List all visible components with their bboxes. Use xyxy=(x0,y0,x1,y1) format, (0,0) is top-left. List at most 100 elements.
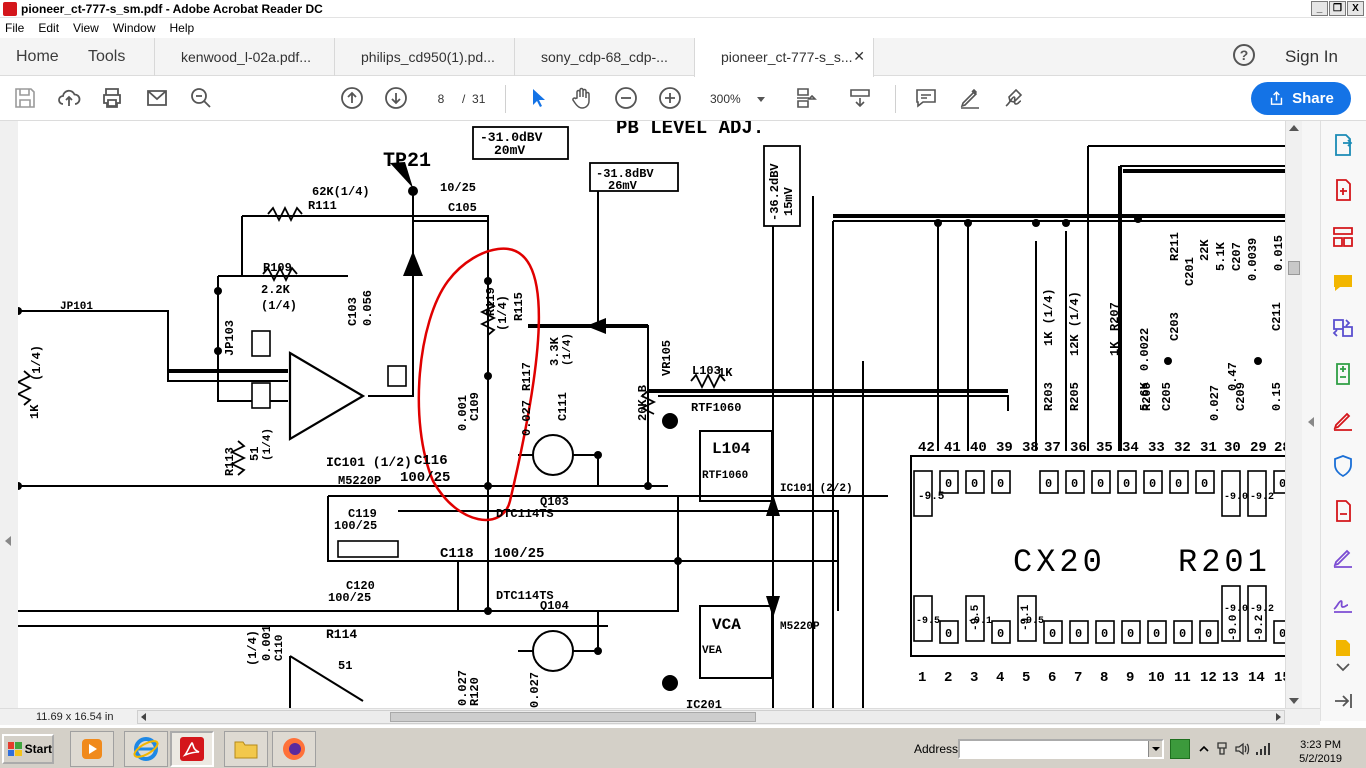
folder-icon xyxy=(234,741,258,759)
email-icon[interactable] xyxy=(145,86,169,110)
organize-pages-icon[interactable] xyxy=(1331,225,1355,249)
document-tab-sony[interactable]: sony_cdp-68_cdp-... xyxy=(514,38,694,76)
page-number-input[interactable]: 8 xyxy=(425,88,457,110)
component-value: 2.2K xyxy=(261,283,291,297)
pin-voltage: -9.1 xyxy=(1020,604,1032,631)
component-ref: C116 xyxy=(414,453,448,469)
address-input[interactable] xyxy=(958,739,1164,759)
window-title: pioneer_ct-777-s_sm.pdf - Adobe Acrobat … xyxy=(21,1,323,16)
signal-label: M5220P xyxy=(780,621,820,633)
restore-button[interactable]: ❐ xyxy=(1329,1,1346,16)
print-icon[interactable] xyxy=(100,86,124,110)
chevron-down-icon[interactable] xyxy=(1148,741,1162,757)
vertical-scroll-thumb[interactable] xyxy=(1288,261,1300,275)
horizontal-scroll-thumb[interactable] xyxy=(390,712,756,722)
hand-tool-icon[interactable] xyxy=(570,86,594,110)
pdf-page-view[interactable]: PB LEVEL ADJ. TP21 -31.0dBV 20mV -31.8dB… xyxy=(18,121,1285,708)
menu-window[interactable]: Window xyxy=(113,21,156,35)
sign-icon[interactable] xyxy=(1002,86,1026,110)
ic-pin: 28 xyxy=(1274,440,1285,456)
select-cursor-icon[interactable] xyxy=(527,86,551,110)
pdf-file-icon[interactable] xyxy=(1331,499,1355,523)
component-value: 0.0022 xyxy=(1138,328,1152,371)
scroll-left-icon[interactable] xyxy=(141,713,146,721)
internet-explorer-icon xyxy=(133,737,159,761)
next-page-icon[interactable] xyxy=(384,86,408,110)
start-button[interactable]: Start xyxy=(2,734,54,764)
pin-voltage: -9.5 xyxy=(970,604,982,631)
collapse-panel-icon[interactable] xyxy=(1331,689,1355,713)
comment-tool-icon[interactable] xyxy=(1331,271,1355,295)
zoom-out-icon[interactable] xyxy=(614,86,638,110)
safely-remove-icon[interactable] xyxy=(1214,741,1230,757)
compress-pdf-icon[interactable] xyxy=(1331,362,1355,386)
export-pdf-icon[interactable] xyxy=(1331,133,1355,157)
protect-shield-icon[interactable] xyxy=(1331,454,1355,478)
highlight-pen-icon[interactable] xyxy=(958,86,982,110)
menu-edit[interactable]: Edit xyxy=(38,21,59,35)
media-player-taskbar-button[interactable] xyxy=(70,731,114,767)
comment-icon[interactable] xyxy=(914,86,938,110)
vertical-scrollbar[interactable] xyxy=(1285,121,1302,708)
chevron-up-icon[interactable] xyxy=(1198,743,1210,755)
help-icon[interactable]: ? xyxy=(1233,44,1255,66)
upload-cloud-icon[interactable] xyxy=(57,86,81,110)
document-tab-pioneer[interactable]: pioneer_ct-777-s_s... ✕ xyxy=(694,38,874,77)
level-label: 26mV xyxy=(608,179,638,193)
file-explorer-taskbar-button[interactable] xyxy=(224,731,268,767)
ic-pin: 31 xyxy=(1200,440,1217,456)
firefox-taskbar-button[interactable] xyxy=(272,731,316,767)
close-tab-icon[interactable]: ✕ xyxy=(853,48,865,65)
combine-files-icon[interactable] xyxy=(1331,316,1355,340)
scroll-mode-icon[interactable] xyxy=(848,86,872,110)
certificates-icon[interactable] xyxy=(1331,591,1355,615)
ic-pin: 32 xyxy=(1174,440,1191,456)
pin-voltage: -9.2 xyxy=(1250,604,1274,615)
scroll-right-icon[interactable] xyxy=(1276,713,1281,721)
component-value: 100/25 xyxy=(400,470,450,486)
component-ref: R203 xyxy=(1042,382,1056,411)
zoom-in-icon[interactable] xyxy=(658,86,682,110)
menu-file[interactable]: File xyxy=(5,21,24,35)
zoom-level-dropdown[interactable]: 300% xyxy=(703,88,771,110)
go-arrow-icon[interactable] xyxy=(1170,739,1190,759)
search-icon[interactable] xyxy=(189,86,213,110)
minimize-button[interactable]: _ xyxy=(1311,1,1328,16)
previous-page-icon[interactable] xyxy=(340,86,364,110)
scroll-up-icon[interactable] xyxy=(1289,125,1299,131)
sign-in-link[interactable]: Sign In xyxy=(1285,47,1338,67)
tab-tools[interactable]: Tools xyxy=(88,48,125,66)
test-point-label: TP21 xyxy=(383,150,431,173)
create-pdf-icon[interactable] xyxy=(1331,178,1355,202)
volume-icon[interactable] xyxy=(1234,741,1250,757)
internet-explorer-taskbar-button[interactable] xyxy=(124,731,168,767)
acrobat-taskbar-button[interactable] xyxy=(170,731,214,767)
chevron-down-icon[interactable] xyxy=(1331,656,1355,672)
component-value: 3.3K xyxy=(548,336,562,366)
page-fit-icon[interactable] xyxy=(793,86,817,110)
menu-help[interactable]: Help xyxy=(170,21,195,35)
pin-voltage: 0 xyxy=(1201,477,1208,491)
clock[interactable]: 3:23 PM 5/2/2019 xyxy=(1299,738,1342,766)
address-label: Address xyxy=(914,742,959,756)
component-ref: R207 xyxy=(1108,302,1122,331)
horizontal-scrollbar[interactable] xyxy=(137,710,1285,724)
right-panel-toggle[interactable] xyxy=(1302,121,1320,708)
pin-voltage: 0 xyxy=(1153,627,1160,641)
scroll-down-icon[interactable] xyxy=(1289,698,1299,704)
share-button[interactable]: Share xyxy=(1251,82,1351,115)
document-tab-kenwood[interactable]: kenwood_l-02a.pdf... xyxy=(154,38,334,76)
document-tab-philips[interactable]: philips_cd950(1).pd... xyxy=(334,38,514,76)
pin-voltage: 0 xyxy=(997,477,1004,491)
network-signal-icon[interactable] xyxy=(1254,741,1272,757)
component-ref: R109 xyxy=(263,261,292,275)
menu-view[interactable]: View xyxy=(73,21,99,35)
save-icon[interactable] xyxy=(13,86,37,110)
tab-home[interactable]: Home xyxy=(16,48,59,66)
left-panel-toggle[interactable] xyxy=(0,121,18,708)
fill-sign-icon[interactable] xyxy=(1331,408,1355,432)
send-for-signature-icon[interactable] xyxy=(1331,545,1355,569)
component-ref: R115 xyxy=(512,292,526,321)
ic-pin: 15 xyxy=(1274,670,1285,686)
close-button[interactable]: X xyxy=(1347,1,1364,16)
